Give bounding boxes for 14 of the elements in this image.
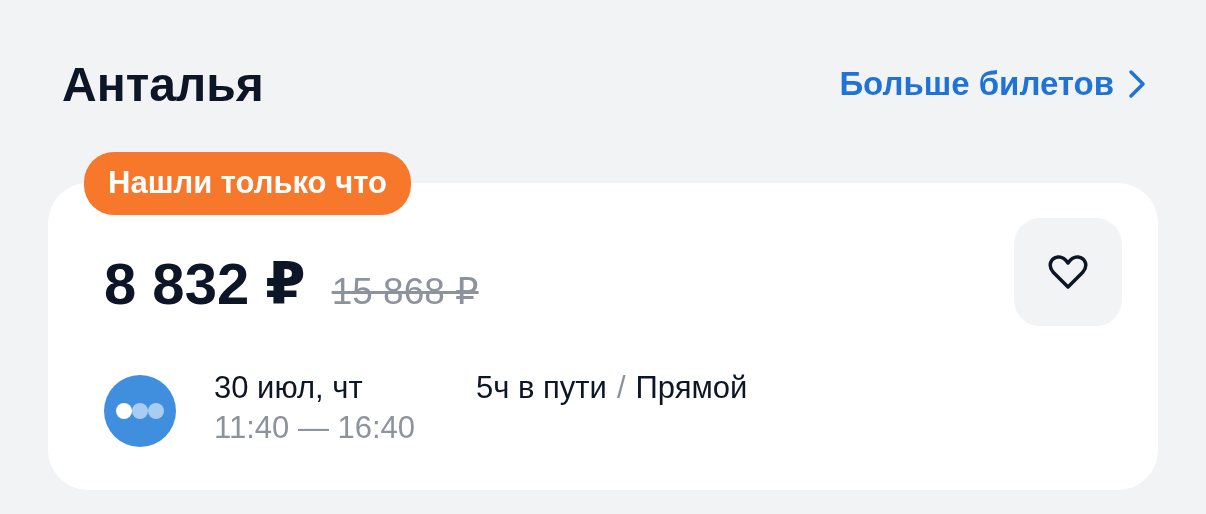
more-tickets-link[interactable]: Больше билетов xyxy=(839,65,1146,103)
price: 8 832 ₽ xyxy=(104,250,306,318)
heart-icon xyxy=(1048,254,1088,290)
flight-duration: 5ч в пути xyxy=(476,369,607,407)
chevron-icon xyxy=(1128,69,1146,99)
flight-date: 30 июл, чт xyxy=(214,369,364,407)
flight-times: 11:40 — 16:40 xyxy=(214,409,417,447)
old-price: 15 868 ₽ xyxy=(331,270,479,313)
flight-type: Прямой xyxy=(635,369,748,407)
section-title: Анталья xyxy=(62,56,264,112)
airline-logo-icon xyxy=(104,375,176,447)
separator: / xyxy=(616,369,626,407)
favorite-button[interactable] xyxy=(1014,218,1122,326)
badge: Нашли только что xyxy=(84,152,411,215)
